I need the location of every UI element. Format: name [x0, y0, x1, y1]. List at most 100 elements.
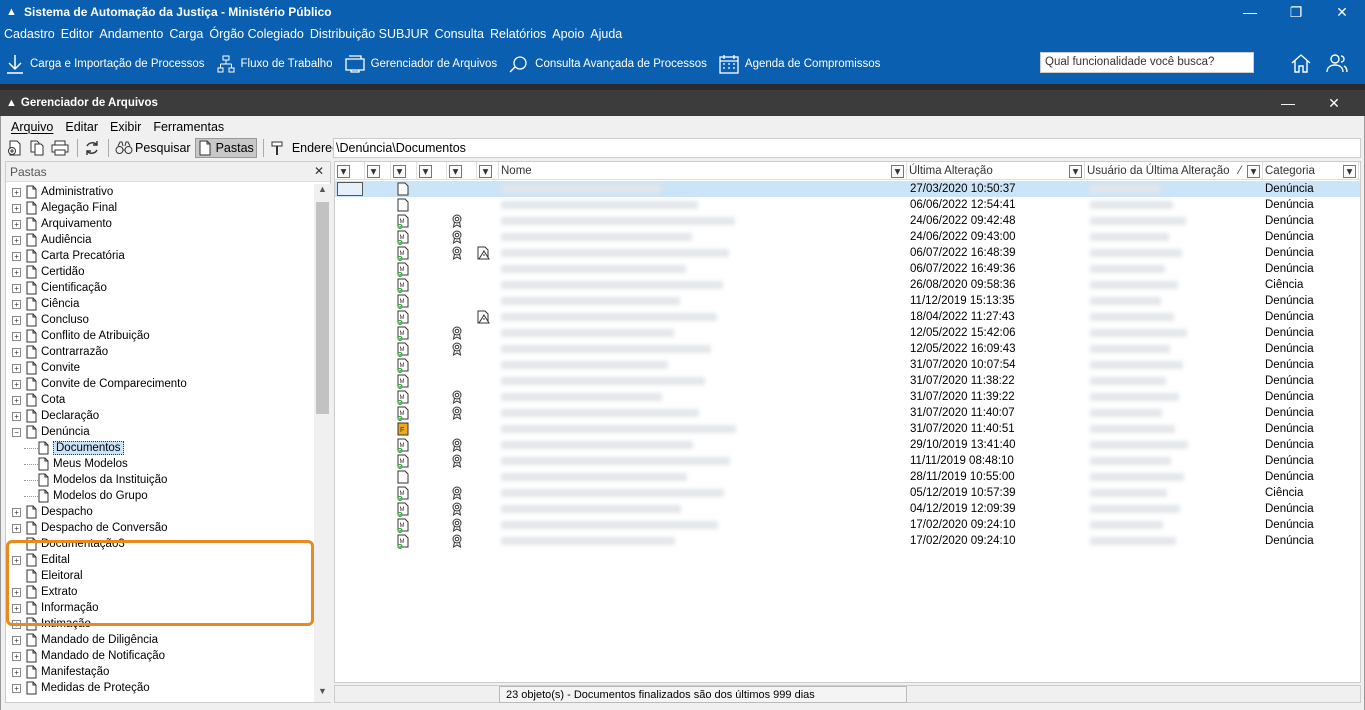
menu-exibir[interactable]: Exibir [110, 120, 141, 134]
table-row[interactable]: M 24/06/2022 09:43:00 Denúncia [335, 229, 1360, 245]
expand-icon[interactable]: + [12, 187, 21, 197]
column-filter[interactable]: ▾ [417, 162, 447, 180]
expand-icon[interactable]: + [12, 363, 21, 373]
folder-item[interactable]: Meus Modelos [6, 456, 314, 472]
dropdown-icon[interactable]: ▾ [891, 164, 904, 178]
dropdown-icon[interactable]: ▾ [1343, 164, 1356, 178]
table-row[interactable]: M 06/07/2022 16:48:39 Denúncia [335, 245, 1360, 261]
folder-item[interactable]: + Certidão [6, 264, 314, 280]
folder-item[interactable]: Documentação3 [6, 536, 314, 552]
folder-tree-scrollbar[interactable]: ▲ ▼ [314, 184, 331, 702]
print-button[interactable] [49, 138, 71, 158]
folder-item[interactable]: + Declaração [6, 408, 314, 424]
row-selector[interactable] [337, 181, 363, 197]
minimize-icon[interactable]: — [1227, 0, 1273, 24]
column-filter[interactable]: ▾ [391, 162, 417, 180]
menu-carga[interactable]: Carga [169, 27, 203, 41]
table-row[interactable]: M 26/08/2020 09:58:36 Ciência [335, 277, 1360, 293]
folder-item[interactable]: + Arquivamento [6, 216, 314, 232]
folder-item[interactable]: + Extrato [6, 584, 314, 600]
expand-icon[interactable]: + [12, 267, 21, 277]
folder-item[interactable]: Modelos da Instituição [6, 472, 314, 488]
restore-icon[interactable]: ❐ [1273, 0, 1319, 24]
dropdown-icon[interactable]: ▾ [337, 164, 350, 178]
table-row[interactable]: M 29/10/2019 13:41:40 Denúncia [335, 437, 1360, 453]
dropdown-icon[interactable]: ▾ [449, 164, 462, 178]
menu-andamento[interactable]: Andamento [99, 27, 163, 41]
agenda-compromissos-button[interactable]: Agenda de Compromissos [719, 54, 880, 74]
expand-icon[interactable]: + [12, 603, 21, 613]
folder-item[interactable]: + Informação [6, 600, 314, 616]
table-row[interactable]: M 17/02/2020 09:24:10 Denúncia [335, 517, 1360, 533]
folder-item[interactable]: + Mandado de Diligência [6, 632, 314, 648]
menu-apoio[interactable]: Apoio [552, 27, 584, 41]
table-row[interactable]: M 04/12/2019 12:09:39 Denúncia [335, 501, 1360, 517]
folder-item[interactable]: + Administrativo [6, 184, 314, 200]
table-row[interactable]: M 24/06/2022 09:42:48 Denúncia [335, 213, 1360, 229]
table-row[interactable]: M 31/07/2020 10:07:54 Denúncia [335, 357, 1360, 373]
table-row[interactable]: 28/11/2019 10:55:00 Denúncia [335, 469, 1360, 485]
expand-icon[interactable]: + [12, 331, 21, 341]
folder-item[interactable]: + Despacho [6, 504, 314, 520]
table-row[interactable]: 06/06/2022 12:54:41 Denúncia [335, 197, 1360, 213]
folder-item[interactable]: + Convite de Comparecimento [6, 376, 314, 392]
folder-item[interactable]: − Denúncia [6, 424, 314, 440]
table-row[interactable]: 27/03/2020 10:50:37 Denúncia [335, 181, 1360, 197]
dropdown-icon[interactable]: ▾ [393, 164, 406, 178]
home-icon[interactable] [1290, 52, 1312, 74]
folders-toggle-button[interactable]: Pastas [194, 138, 257, 158]
folder-item[interactable]: + Manifestação [6, 664, 314, 680]
expand-icon[interactable]: + [12, 235, 21, 245]
menu-distribuicao-subjur[interactable]: Distribuição SUBJUR [310, 27, 429, 41]
table-row[interactable]: M 31/07/2020 11:39:22 Denúncia [335, 389, 1360, 405]
folder-item[interactable]: + Cientificação [6, 280, 314, 296]
column-category[interactable]: Categoria ▾ [1263, 162, 1359, 180]
fluxo-trabalho-button[interactable]: Fluxo de Trabalho [217, 55, 333, 73]
search-button[interactable]: Pesquisar [113, 138, 193, 158]
folder-item[interactable]: Documentos [6, 440, 314, 456]
expand-icon[interactable]: + [12, 411, 21, 421]
table-row[interactable]: M 06/07/2022 16:49:36 Denúncia [335, 261, 1360, 277]
table-row[interactable]: M 12/05/2022 15:42:06 Denúncia [335, 325, 1360, 341]
menu-ferramentas[interactable]: Ferramentas [153, 120, 224, 134]
functionality-search-input[interactable]: Qual funcionalidade você busca? [1040, 52, 1254, 73]
menu-cadastro[interactable]: Cadastro [4, 27, 55, 41]
expand-icon[interactable]: + [12, 283, 21, 293]
expand-icon[interactable]: + [12, 507, 21, 517]
folder-item[interactable]: + Convite [6, 360, 314, 376]
menu-relatorios[interactable]: Relatórios [490, 27, 546, 41]
folder-item[interactable]: + Mandado de Notificação [6, 648, 314, 664]
menu-arquivo[interactable]: Arquivo [11, 120, 53, 134]
column-user[interactable]: Usuário da Última Alteração ⁄ ▾ [1085, 162, 1263, 180]
close-icon[interactable]: ✕ [314, 164, 324, 178]
address-field[interactable]: \Denúncia\Documentos [333, 138, 1361, 158]
new-document-button[interactable] [5, 138, 25, 158]
scroll-down-icon[interactable]: ▼ [314, 686, 331, 702]
table-row[interactable]: M 05/12/2019 10:57:39 Ciência [335, 485, 1360, 501]
folder-item[interactable]: + Despacho de Conversão [6, 520, 314, 536]
table-row[interactable]: M 11/12/2019 15:13:35 Denúncia [335, 293, 1360, 309]
folder-item[interactable]: + Edital [6, 552, 314, 568]
refresh-button[interactable] [82, 138, 102, 158]
folder-item[interactable]: + Carta Precatória [6, 248, 314, 264]
column-filter[interactable]: ▾ [477, 162, 499, 180]
folder-item[interactable]: + Alegação Final [6, 200, 314, 216]
table-row[interactable]: M 11/11/2019 08:48:10 Denúncia [335, 453, 1360, 469]
table-row[interactable]: M 12/05/2022 16:09:43 Denúncia [335, 341, 1360, 357]
expand-icon[interactable]: + [12, 635, 21, 645]
dropdown-icon[interactable]: ▾ [367, 164, 380, 178]
expand-icon[interactable]: + [12, 251, 21, 261]
dropdown-icon[interactable]: ▾ [1069, 164, 1082, 178]
column-filter[interactable]: ▾ [335, 162, 365, 180]
copy-document-button[interactable] [27, 138, 47, 158]
dropdown-icon[interactable]: ▾ [419, 164, 432, 178]
expand-icon[interactable]: + [12, 667, 21, 677]
consulta-avancada-button[interactable]: Consulta Avançada de Processos [509, 55, 707, 73]
expand-icon[interactable]: + [12, 219, 21, 229]
scroll-up-icon[interactable]: ▲ [314, 184, 331, 200]
folder-item[interactable]: + Conflito de Atribuição [6, 328, 314, 344]
menu-editor[interactable]: Editor [61, 27, 94, 41]
expand-icon[interactable]: + [12, 395, 21, 405]
child-minimize-icon[interactable]: — [1265, 95, 1311, 111]
folder-item[interactable]: + Cota [6, 392, 314, 408]
